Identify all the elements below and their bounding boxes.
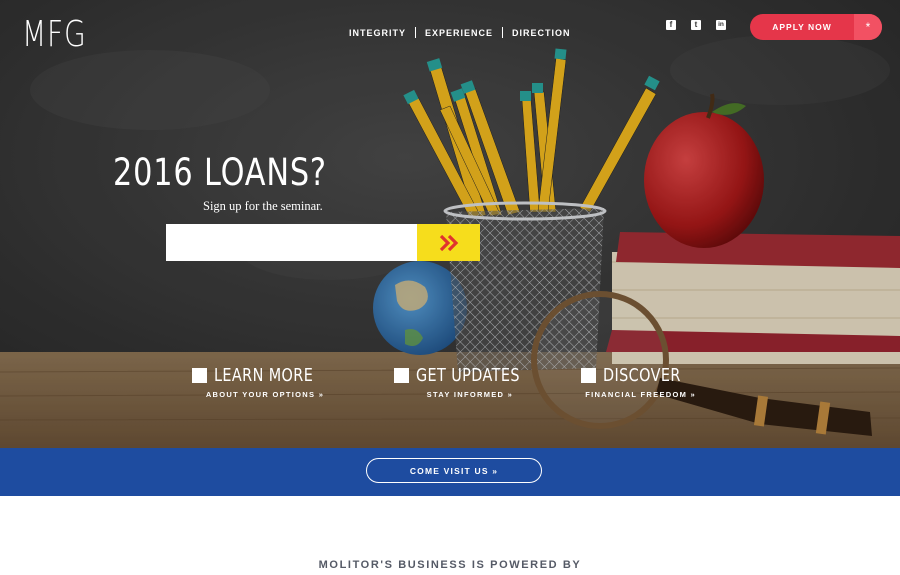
hero-subline: Sign up for the seminar. [203, 199, 323, 213]
nav-item-integrity[interactable]: INTEGRITY [349, 28, 406, 38]
feature-learn-more[interactable]: LEARN MORE ABOUT YOUR OPTIONS » [192, 365, 338, 399]
hero-headline: 2016 LOANS? [113, 151, 327, 194]
nav-item-direction[interactable]: DIRECTION [512, 28, 571, 38]
social-links: f t in [666, 20, 726, 30]
feature-title: DISCOVER [603, 365, 681, 386]
nav-item-experience[interactable]: EXPERIENCE [425, 28, 493, 38]
linkedin-icon[interactable]: in [716, 20, 726, 30]
powered-by-heading: MOLITOR'S BUSINESS IS POWERED BY [318, 559, 582, 571]
come-visit-us-button[interactable]: COME VISIT US » [366, 458, 542, 483]
apply-now-label: APPLY NOW [772, 22, 832, 32]
checkbox-icon [581, 368, 596, 383]
visit-band: COME VISIT US » [0, 448, 900, 496]
signup-email-input[interactable] [166, 224, 417, 261]
feature-discover[interactable]: DISCOVER FINANCIAL FREEDOM » [581, 365, 700, 399]
checkbox-icon [394, 368, 409, 383]
feature-subtitle-link[interactable]: ABOUT YOUR OPTIONS » [206, 390, 324, 399]
feature-subtitle-link[interactable]: STAY INFORMED » [427, 390, 513, 399]
top-navigation: INTEGRITY EXPERIENCE DIRECTION [349, 27, 571, 38]
hero-section: MFG INTEGRITY EXPERIENCE DIRECTION f t i… [0, 0, 900, 448]
feature-get-updates[interactable]: GET UPDATES STAY INFORMED » [394, 365, 546, 399]
feature-subtitle-link[interactable]: FINANCIAL FREEDOM » [585, 390, 696, 399]
feature-title: LEARN MORE [214, 365, 314, 386]
facebook-icon[interactable]: f [666, 20, 676, 30]
checkbox-icon [192, 368, 207, 383]
double-chevron-right-icon [439, 234, 458, 251]
apply-now-button[interactable]: APPLY NOW * [750, 14, 882, 40]
nav-divider [415, 27, 417, 38]
asterisk-icon: * [854, 14, 882, 40]
signup-submit-button[interactable] [417, 224, 480, 261]
logo[interactable]: MFG [22, 14, 86, 55]
nav-divider [502, 27, 504, 38]
feature-title: GET UPDATES [416, 365, 520, 386]
twitter-icon[interactable]: t [691, 20, 701, 30]
